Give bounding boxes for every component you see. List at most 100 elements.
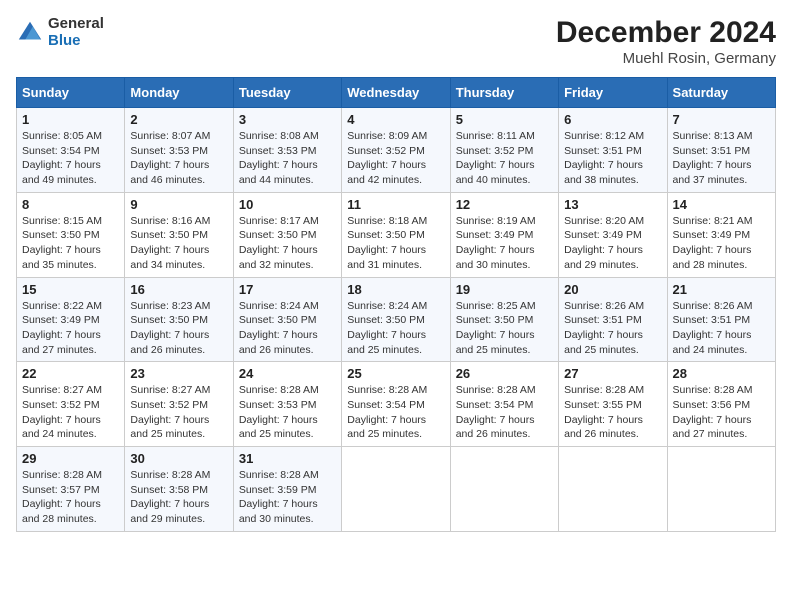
day-cell [559, 447, 667, 532]
day-cell: 24 Sunrise: 8:28 AMSunset: 3:53 PMDaylig… [233, 362, 341, 447]
week-row-3: 15 Sunrise: 8:22 AMSunset: 3:49 PMDaylig… [17, 277, 776, 362]
day-number: 3 [239, 112, 336, 127]
col-saturday: Saturday [667, 78, 775, 108]
day-cell: 30 Sunrise: 8:28 AMSunset: 3:58 PMDaylig… [125, 447, 233, 532]
day-cell: 7 Sunrise: 8:13 AMSunset: 3:51 PMDayligh… [667, 108, 775, 193]
logo: General Blue [16, 16, 104, 49]
day-cell [667, 447, 775, 532]
day-number: 27 [564, 366, 661, 381]
day-number: 25 [347, 366, 444, 381]
day-cell: 11 Sunrise: 8:18 AMSunset: 3:50 PMDaylig… [342, 192, 450, 277]
calendar-table: Sunday Monday Tuesday Wednesday Thursday… [16, 77, 776, 532]
day-number: 8 [22, 197, 119, 212]
logo-general: General [48, 16, 104, 33]
day-number: 1 [22, 112, 119, 127]
day-cell: 16 Sunrise: 8:23 AMSunset: 3:50 PMDaylig… [125, 277, 233, 362]
day-number: 23 [130, 366, 227, 381]
day-number: 26 [456, 366, 553, 381]
day-number: 6 [564, 112, 661, 127]
day-cell [342, 447, 450, 532]
day-number: 2 [130, 112, 227, 127]
day-detail: Sunrise: 8:25 AMSunset: 3:50 PMDaylight:… [456, 300, 536, 356]
day-number: 24 [239, 366, 336, 381]
day-cell: 25 Sunrise: 8:28 AMSunset: 3:54 PMDaylig… [342, 362, 450, 447]
day-detail: Sunrise: 8:07 AMSunset: 3:53 PMDaylight:… [130, 130, 210, 186]
day-cell: 8 Sunrise: 8:15 AMSunset: 3:50 PMDayligh… [17, 192, 125, 277]
day-detail: Sunrise: 8:17 AMSunset: 3:50 PMDaylight:… [239, 215, 319, 271]
day-detail: Sunrise: 8:28 AMSunset: 3:57 PMDaylight:… [22, 469, 102, 525]
day-detail: Sunrise: 8:12 AMSunset: 3:51 PMDaylight:… [564, 130, 644, 186]
day-cell: 3 Sunrise: 8:08 AMSunset: 3:53 PMDayligh… [233, 108, 341, 193]
day-number: 18 [347, 282, 444, 297]
day-cell: 23 Sunrise: 8:27 AMSunset: 3:52 PMDaylig… [125, 362, 233, 447]
day-cell: 14 Sunrise: 8:21 AMSunset: 3:49 PMDaylig… [667, 192, 775, 277]
day-cell: 26 Sunrise: 8:28 AMSunset: 3:54 PMDaylig… [450, 362, 558, 447]
day-cell: 15 Sunrise: 8:22 AMSunset: 3:49 PMDaylig… [17, 277, 125, 362]
col-monday: Monday [125, 78, 233, 108]
calendar-subtitle: Muehl Rosin, Germany [556, 50, 776, 67]
day-cell: 31 Sunrise: 8:28 AMSunset: 3:59 PMDaylig… [233, 447, 341, 532]
day-detail: Sunrise: 8:26 AMSunset: 3:51 PMDaylight:… [673, 300, 753, 356]
day-cell: 1 Sunrise: 8:05 AMSunset: 3:54 PMDayligh… [17, 108, 125, 193]
day-cell: 10 Sunrise: 8:17 AMSunset: 3:50 PMDaylig… [233, 192, 341, 277]
day-number: 10 [239, 197, 336, 212]
day-cell: 12 Sunrise: 8:19 AMSunset: 3:49 PMDaylig… [450, 192, 558, 277]
calendar-title: December 2024 [556, 16, 776, 50]
day-detail: Sunrise: 8:15 AMSunset: 3:50 PMDaylight:… [22, 215, 102, 271]
day-detail: Sunrise: 8:26 AMSunset: 3:51 PMDaylight:… [564, 300, 644, 356]
day-cell [450, 447, 558, 532]
day-number: 20 [564, 282, 661, 297]
day-detail: Sunrise: 8:24 AMSunset: 3:50 PMDaylight:… [347, 300, 427, 356]
page-header: General Blue December 2024 Muehl Rosin, … [16, 16, 776, 67]
day-detail: Sunrise: 8:28 AMSunset: 3:56 PMDaylight:… [673, 384, 753, 440]
title-block: December 2024 Muehl Rosin, Germany [556, 16, 776, 67]
col-sunday: Sunday [17, 78, 125, 108]
day-number: 11 [347, 197, 444, 212]
day-cell: 19 Sunrise: 8:25 AMSunset: 3:50 PMDaylig… [450, 277, 558, 362]
logo-blue: Blue [48, 33, 104, 50]
day-detail: Sunrise: 8:24 AMSunset: 3:50 PMDaylight:… [239, 300, 319, 356]
col-tuesday: Tuesday [233, 78, 341, 108]
day-cell: 21 Sunrise: 8:26 AMSunset: 3:51 PMDaylig… [667, 277, 775, 362]
day-detail: Sunrise: 8:28 AMSunset: 3:59 PMDaylight:… [239, 469, 319, 525]
day-cell: 2 Sunrise: 8:07 AMSunset: 3:53 PMDayligh… [125, 108, 233, 193]
day-number: 29 [22, 451, 119, 466]
day-number: 19 [456, 282, 553, 297]
day-number: 4 [347, 112, 444, 127]
day-detail: Sunrise: 8:05 AMSunset: 3:54 PMDaylight:… [22, 130, 102, 186]
day-detail: Sunrise: 8:08 AMSunset: 3:53 PMDaylight:… [239, 130, 319, 186]
day-number: 14 [673, 197, 770, 212]
header-row: Sunday Monday Tuesday Wednesday Thursday… [17, 78, 776, 108]
day-cell: 5 Sunrise: 8:11 AMSunset: 3:52 PMDayligh… [450, 108, 558, 193]
day-detail: Sunrise: 8:28 AMSunset: 3:58 PMDaylight:… [130, 469, 210, 525]
day-detail: Sunrise: 8:18 AMSunset: 3:50 PMDaylight:… [347, 215, 427, 271]
week-row-5: 29 Sunrise: 8:28 AMSunset: 3:57 PMDaylig… [17, 447, 776, 532]
day-number: 22 [22, 366, 119, 381]
week-row-2: 8 Sunrise: 8:15 AMSunset: 3:50 PMDayligh… [17, 192, 776, 277]
day-number: 12 [456, 197, 553, 212]
day-detail: Sunrise: 8:23 AMSunset: 3:50 PMDaylight:… [130, 300, 210, 356]
logo-icon [16, 19, 44, 47]
day-detail: Sunrise: 8:21 AMSunset: 3:49 PMDaylight:… [673, 215, 753, 271]
col-thursday: Thursday [450, 78, 558, 108]
day-number: 7 [673, 112, 770, 127]
day-detail: Sunrise: 8:13 AMSunset: 3:51 PMDaylight:… [673, 130, 753, 186]
col-wednesday: Wednesday [342, 78, 450, 108]
day-detail: Sunrise: 8:16 AMSunset: 3:50 PMDaylight:… [130, 215, 210, 271]
day-cell: 9 Sunrise: 8:16 AMSunset: 3:50 PMDayligh… [125, 192, 233, 277]
day-cell: 29 Sunrise: 8:28 AMSunset: 3:57 PMDaylig… [17, 447, 125, 532]
day-number: 17 [239, 282, 336, 297]
day-cell: 6 Sunrise: 8:12 AMSunset: 3:51 PMDayligh… [559, 108, 667, 193]
logo-text: General Blue [48, 16, 104, 49]
day-detail: Sunrise: 8:28 AMSunset: 3:53 PMDaylight:… [239, 384, 319, 440]
day-detail: Sunrise: 8:27 AMSunset: 3:52 PMDaylight:… [22, 384, 102, 440]
day-number: 9 [130, 197, 227, 212]
day-detail: Sunrise: 8:27 AMSunset: 3:52 PMDaylight:… [130, 384, 210, 440]
day-detail: Sunrise: 8:09 AMSunset: 3:52 PMDaylight:… [347, 130, 427, 186]
day-number: 5 [456, 112, 553, 127]
day-detail: Sunrise: 8:20 AMSunset: 3:49 PMDaylight:… [564, 215, 644, 271]
day-number: 21 [673, 282, 770, 297]
day-cell: 18 Sunrise: 8:24 AMSunset: 3:50 PMDaylig… [342, 277, 450, 362]
day-cell: 27 Sunrise: 8:28 AMSunset: 3:55 PMDaylig… [559, 362, 667, 447]
day-number: 30 [130, 451, 227, 466]
